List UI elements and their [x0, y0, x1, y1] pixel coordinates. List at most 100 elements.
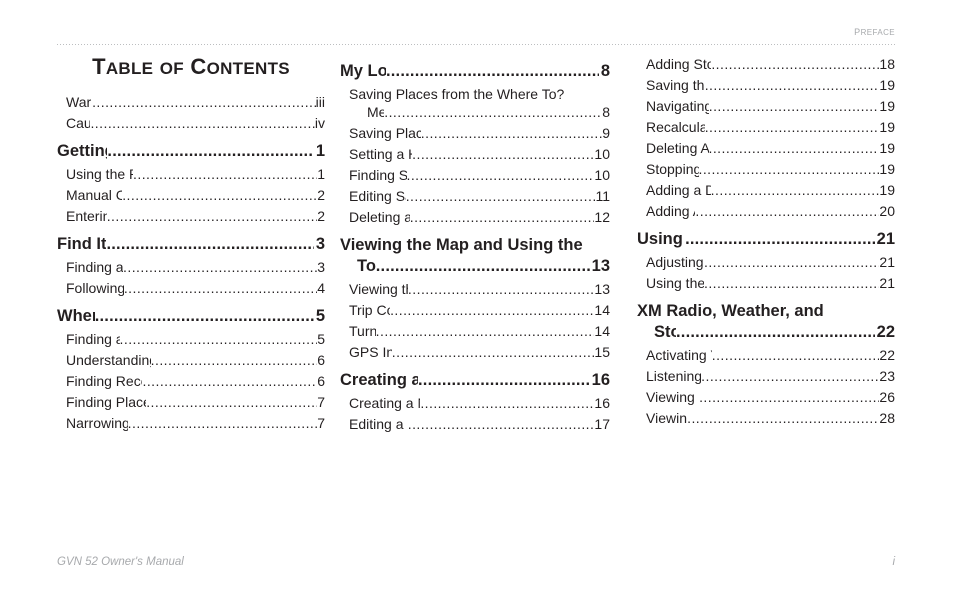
toc-sub-entry[interactable]: Adjusting the Track Log 21 — [637, 250, 895, 271]
dot-leader — [420, 395, 594, 412]
toc-chapter-entry[interactable]: My Locations 8 — [340, 52, 610, 82]
toc-entry-page-number: 6 — [317, 352, 325, 368]
toc-entry-page-number: 14 — [594, 302, 610, 318]
toc-sub-entry[interactable]: Editing a Saved Route 17 — [340, 412, 610, 433]
toc-sub-entry[interactable]: Creating a New Saved Route 16 — [340, 391, 610, 412]
toc-sub-entry[interactable]: Manual Conventions 2 — [57, 183, 325, 204]
toc-entry-label: Find It and Go! — [57, 235, 107, 253]
toc-entry-page-number: 11 — [595, 188, 610, 204]
dot-leader — [709, 98, 880, 115]
dot-leader — [704, 275, 879, 292]
toc-entry-label: Setting a Home Location — [349, 146, 412, 162]
toc-entry-label: Saving the Active Route — [646, 77, 705, 93]
dot-leader — [142, 373, 317, 390]
toc-sub-entry[interactable]: Caution iv — [57, 111, 325, 132]
toc-entry-page-number: 22 — [876, 323, 895, 341]
toc-entry-page-number: 19 — [879, 98, 895, 114]
toc-sub-entry[interactable]: Finding Places in a Different Area 7 — [57, 390, 325, 411]
toc-sub-entry[interactable]: Using the Mileage Logs 21 — [637, 271, 895, 292]
dot-leader — [695, 203, 879, 220]
toc-sub-entry[interactable]: Recalculating the Route 19 — [637, 115, 895, 136]
dot-leader — [376, 323, 595, 340]
toc-sub-entry[interactable]: Setting a Home Location 10 — [340, 142, 610, 163]
toc-sub-entry[interactable]: Activating Your Subscription 22 — [637, 343, 895, 364]
toc-entry-page-number: 19 — [879, 77, 895, 93]
toc-entry-label: Editing Saved Places — [349, 188, 406, 204]
dot-leader — [133, 166, 317, 183]
title-part-3-small: ONTENTS — [206, 59, 290, 78]
toc-sub-entry[interactable]: GPS Info Page 15 — [340, 340, 610, 361]
toc-entry-label: Following Your Route — [66, 280, 124, 296]
toc-sub-entry[interactable]: Warning iii — [57, 90, 325, 111]
toc-entry-label: Finding an Address — [66, 331, 120, 347]
toc-sub-entry[interactable]: Stopping Your Route 19 — [637, 157, 895, 178]
toc-entry-page-number: 2 — [317, 208, 325, 224]
toc-entry-page-number: 2 — [317, 187, 325, 203]
toc-entry-page-number: 20 — [879, 203, 895, 219]
toc-page: Preface TABLE OF CONTENTS WarningiiiCaut… — [0, 0, 954, 608]
toc-sub-entry[interactable]: Narrowing Your Search 7 — [57, 411, 325, 432]
toc-sub-entry[interactable]: Entering Data 2 — [57, 204, 325, 225]
toc-sub-entry[interactable]: Adding Avoidances 20 — [637, 199, 895, 220]
toc-entry-label: Activating Your Subscription — [646, 347, 712, 363]
toc-sub-entry[interactable]: Editing Saved Places 11 — [340, 184, 610, 205]
toc-sub-entry[interactable]: Finding a Restaurant 3 — [57, 255, 325, 276]
dot-leader — [120, 331, 318, 348]
toc-sub-entry[interactable]: Turn List 14 — [340, 319, 610, 340]
toc-chapter-entry[interactable]: Where To? 5 — [57, 297, 325, 327]
toc-entry-label: GPS Info Page — [349, 344, 392, 360]
toc-entry-label: Creating and Editing Routes — [340, 371, 419, 389]
toc-sub-entry[interactable]: Adding a Detour to a Route 19 — [637, 178, 895, 199]
dot-leader — [410, 209, 595, 226]
toc-sub-entry[interactable]: Menu 8 — [340, 103, 610, 121]
toc-sub-entry[interactable]: Trip Computer 14 — [340, 298, 610, 319]
toc-entry-page-number: 22 — [879, 347, 895, 363]
toc-sub-entry[interactable]: Deleting a Saved Place 12 — [340, 205, 610, 226]
title-part-2-small: OF — [159, 59, 184, 78]
dot-leader — [122, 187, 317, 204]
toc-entry-page-number: 4 — [317, 280, 325, 296]
toc-sub-entry[interactable]: Saving Places from the Map 9 — [340, 121, 610, 142]
toc-sub-entry[interactable]: Adding Stops to Your Route 18 — [637, 52, 895, 73]
toc-chapter-entry[interactable]: Getting Started 1 — [57, 132, 325, 162]
toc-sub-entry[interactable]: Navigating a Saved Route 19 — [637, 94, 895, 115]
running-head: Preface — [854, 23, 895, 39]
title-part-1-small: ABLE — [105, 59, 154, 78]
toc-chapter-entry[interactable]: Stocks 22 — [637, 321, 895, 343]
toc-sub-entry[interactable]: Listening to XM Radio 23 — [637, 364, 895, 385]
dot-leader — [95, 306, 314, 326]
toc-sub-entry[interactable]: Saving the Active Route 19 — [637, 73, 895, 94]
toc-chapter-entry[interactable]: Tools 13 — [340, 255, 610, 277]
dot-leader — [699, 161, 880, 178]
toc-chapter-entry[interactable]: Find It and Go! 3 — [57, 225, 325, 255]
toc-chapter-entry[interactable]: Creating and Editing Routes 16 — [340, 361, 610, 391]
toc-sub-entry[interactable]: Finding Recently Found Places 6 — [57, 369, 325, 390]
toc-sub-entry[interactable]: Finding an Address 5 — [57, 327, 325, 348]
title-part-3-big: C — [190, 54, 207, 79]
toc-entry-page-number: 19 — [879, 140, 895, 156]
toc-sub-entry[interactable]: Viewing Stocks 28 — [637, 406, 895, 427]
toc-sub-entry[interactable]: Deleting All Saved Routes 19 — [637, 136, 895, 157]
toc-sub-entry[interactable]: Understanding the Information Page 6 — [57, 348, 325, 369]
toc-sub-entry[interactable]: Finding Saved Places 10 — [340, 163, 610, 184]
toc-sub-entry[interactable]: Following Your Route 4 — [57, 276, 325, 297]
toc-entry-label: Saving Places from the Map — [349, 125, 421, 141]
toc-entry-label: Deleting a Saved Place — [349, 209, 410, 225]
toc-chapter-entry[interactable]: Using The Logs 21 — [637, 220, 895, 250]
dot-leader — [392, 344, 595, 361]
dot-leader — [406, 188, 596, 205]
toc-entry-page-number: 7 — [317, 394, 325, 410]
toc-sub-entry[interactable]: Viewing the Map Page 13 — [340, 277, 610, 298]
dot-leader — [408, 281, 595, 298]
dot-leader — [128, 415, 318, 432]
toc-column-3: Adding Stops to Your Route18Saving the A… — [637, 52, 895, 427]
toc-sub-entry[interactable]: Viewing XM Weather 26 — [637, 385, 895, 406]
toc-entry-page-number: 10 — [594, 167, 610, 183]
toc-entry-page-number: 5 — [317, 331, 325, 347]
toc-entry-label: Finding Recently Found Places — [66, 373, 142, 389]
toc-entry-page-number: 9 — [602, 125, 610, 141]
dot-leader — [407, 167, 595, 184]
dot-leader — [390, 302, 594, 319]
toc-sub-entry[interactable]: Using the Remote Control 1 — [57, 162, 325, 183]
toc-entry-page-number: 3 — [317, 259, 325, 275]
